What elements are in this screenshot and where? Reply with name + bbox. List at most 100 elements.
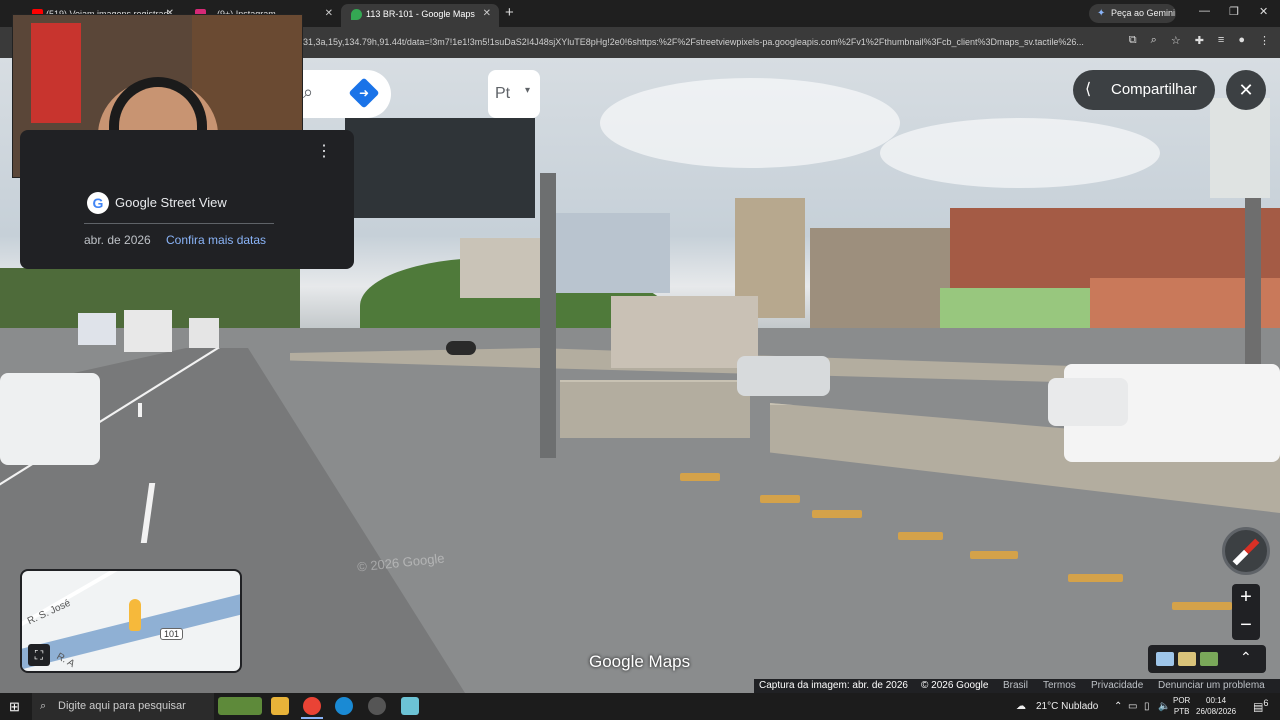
battery-icon[interactable]: ▯ xyxy=(1144,693,1150,720)
overhead-sign-gantry xyxy=(345,118,535,218)
maps-pin-icon xyxy=(351,9,362,20)
map-layer-thumb[interactable] xyxy=(1156,652,1174,666)
cloud xyxy=(880,118,1160,188)
layers-bar: ⌃ xyxy=(1148,645,1266,673)
compass-needle xyxy=(1232,538,1260,566)
truck xyxy=(189,318,219,348)
zoom-in-button[interactable]: + xyxy=(1232,584,1260,612)
url-field[interactable]: 31,3a,15y,134.79h,91.44t/data=!3m7!1e1!3… xyxy=(303,33,1088,52)
terrain-layer-thumb[interactable] xyxy=(1178,652,1196,666)
road-reflector xyxy=(680,473,720,481)
lang-line2: PTB xyxy=(1173,707,1190,716)
minimap[interactable]: R. S. José 101 R. A ⛶ xyxy=(20,569,242,673)
active-app-indicator xyxy=(301,717,323,719)
gemini-button[interactable]: ✦ Peça ao Gemini xyxy=(1089,4,1176,23)
street-view-info-card: ⋮ G Google Street View abr. de 2026 Conf… xyxy=(20,130,354,269)
mm-route-shield: 101 xyxy=(160,628,184,640)
share-label: Compartilhar xyxy=(1111,81,1197,98)
country-link[interactable]: Brasil xyxy=(1003,679,1028,693)
compass-icon[interactable] xyxy=(1222,527,1270,575)
google-logo-icon: G xyxy=(87,192,109,214)
box-truck xyxy=(611,296,758,368)
directions-icon[interactable]: ➜ xyxy=(348,77,380,109)
windows-start-icon[interactable]: ⊞ xyxy=(9,699,20,715)
road-reflector xyxy=(970,551,1018,559)
profile-avatar-icon[interactable]: ● xyxy=(1238,34,1245,47)
chrome-icon[interactable] xyxy=(303,697,321,715)
satellite-layer-thumb[interactable] xyxy=(1200,652,1218,666)
zoom-controls: + − xyxy=(1232,584,1260,640)
obs-icon[interactable] xyxy=(368,697,386,715)
weather-text[interactable]: 21°C Nublado xyxy=(1036,693,1098,720)
volume-icon[interactable]: 🔈 xyxy=(1158,693,1170,720)
edge-icon[interactable] xyxy=(335,697,353,715)
media-icon[interactable]: ≡ xyxy=(1218,34,1224,47)
input-language[interactable]: POR PTB xyxy=(1173,695,1190,717)
tab-google-maps[interactable]: 113 BR-101 - Google Maps ✕ xyxy=(341,4,499,27)
window-close-icon[interactable]: ✕ xyxy=(1259,5,1268,18)
extensions-icon[interactable]: ✚ xyxy=(1195,34,1204,47)
weather-widget-icon[interactable] xyxy=(218,697,262,715)
notification-icon[interactable]: ▤6 xyxy=(1253,698,1269,714)
menu-kebab-icon[interactable]: ⋮ xyxy=(1259,34,1270,47)
notepad-icon[interactable] xyxy=(401,697,419,715)
search-icon: ⌕ xyxy=(40,700,47,712)
apartment-block xyxy=(555,213,670,293)
network-icon[interactable]: ▭ xyxy=(1128,693,1137,720)
mm-street-label: R. S. José xyxy=(25,597,73,628)
jersey-barrier xyxy=(560,380,750,438)
clock-date: 26/08/2026 xyxy=(1196,707,1237,716)
search-placeholder: Digite aqui para pesquisar xyxy=(58,700,186,712)
terms-link[interactable]: Termos xyxy=(1043,679,1076,693)
zoom-out-button[interactable]: − xyxy=(1232,612,1260,640)
taskbar-search-box[interactable]: ⌕ Digite aqui para pesquisar xyxy=(32,693,214,720)
road-reflector xyxy=(760,495,800,503)
gemini-icon: ✦ xyxy=(1097,8,1106,19)
zoom-icon[interactable]: ⌕ xyxy=(1151,34,1157,47)
minimize-icon[interactable]: — xyxy=(1199,5,1210,17)
attribution-footer: Captura da imagem: abr. de 2026 © 2026 G… xyxy=(754,679,1280,693)
address-toolbar: ⧉ ⌕ ☆ ✚ ≡ ● ⋮ xyxy=(1129,34,1270,47)
tab-label: 113 BR-101 - Google Maps xyxy=(366,9,475,19)
copyright-text: © 2026 Google xyxy=(921,680,989,691)
privacy-link[interactable]: Privacidade xyxy=(1091,679,1143,693)
tray-chevron-icon[interactable]: ⌃ xyxy=(1114,693,1122,720)
gemini-label: Peça ao Gemini xyxy=(1111,8,1176,18)
capture-date: abr. de 2026 xyxy=(84,233,151,247)
share-button[interactable]: ⟨ Compartilhar xyxy=(1073,70,1215,110)
road-sign xyxy=(1210,98,1270,198)
cloud xyxy=(600,78,900,168)
search-directions-pill: ⌕ ➜ xyxy=(303,70,391,118)
system-clock[interactable]: 00:14 26/08/2026 xyxy=(1196,695,1236,717)
close-tab-icon[interactable]: ✕ xyxy=(483,4,491,24)
road-reflector xyxy=(1172,602,1232,610)
silver-car xyxy=(737,356,830,396)
cloud-icon: ☁ xyxy=(1016,701,1026,712)
close-street-view-button[interactable]: ✕ xyxy=(1226,70,1266,110)
screen: (519) Vejam imagens registrad... ✕ (9+) … xyxy=(0,0,1280,720)
google-maps-logo: Google Maps xyxy=(589,652,691,671)
lang-line1: POR xyxy=(1173,696,1191,705)
dark-car xyxy=(446,341,476,355)
file-explorer-icon[interactable] xyxy=(271,697,289,715)
divider xyxy=(84,223,274,224)
search-icon[interactable]: ⌕ xyxy=(303,82,313,103)
notification-count: 6 xyxy=(1263,698,1269,708)
bookmark-star-icon[interactable]: ☆ xyxy=(1171,34,1181,47)
fullscreen-icon[interactable]: ⛶ xyxy=(28,644,50,666)
road-reflector xyxy=(898,532,943,540)
close-tab-icon[interactable]: ✕ xyxy=(325,4,333,24)
more-dates-link[interactable]: Confira mais datas xyxy=(166,233,266,247)
report-problem-link[interactable]: Denunciar um problema xyxy=(1158,679,1265,693)
language-selector[interactable]: Pt ▾ xyxy=(488,70,540,118)
restore-icon[interactable]: ❐ xyxy=(1229,5,1239,18)
close-icon: ✕ xyxy=(1238,80,1254,100)
lane-dash xyxy=(138,403,142,417)
road-reflector xyxy=(812,510,862,518)
more-options-icon[interactable]: ⋮ xyxy=(316,144,332,160)
poster xyxy=(31,23,81,123)
expand-icon[interactable]: ⌃ xyxy=(1240,649,1252,666)
new-tab-icon[interactable]: + xyxy=(505,4,514,21)
apartment-block xyxy=(460,238,540,298)
install-app-icon[interactable]: ⧉ xyxy=(1129,34,1137,47)
